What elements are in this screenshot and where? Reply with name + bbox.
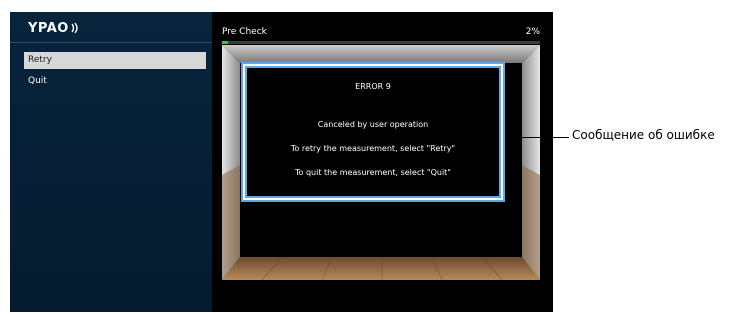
error-message: Canceled by user operation	[317, 120, 429, 129]
menu-item-label: Retry	[28, 55, 52, 65]
menu-item-retry[interactable]: Retry	[24, 52, 206, 69]
menu-list: Retry Quit	[24, 52, 206, 94]
error-message-callout: Сообщение об ошибке	[572, 128, 715, 142]
quit-hint: To quit the measurement, select "Quit"	[295, 168, 451, 177]
error-title: ERROR 9	[355, 82, 391, 91]
sound-waves-icon	[71, 23, 78, 33]
header-divider	[10, 42, 212, 43]
stage-label: Pre Check	[222, 27, 267, 37]
menu-item-quit[interactable]: Quit	[24, 73, 206, 90]
menu-item-label: Quit	[28, 76, 47, 86]
error-dialog: ERROR 9 Canceled by user operation To re…	[243, 64, 503, 200]
retry-hint: To retry the measurement, select "Retry"	[290, 144, 456, 153]
menu-panel: YPAO Retry Quit	[10, 12, 212, 312]
ypao-logo: YPAO	[28, 20, 82, 36]
progress-fill	[222, 41, 229, 44]
progress-bar	[222, 41, 540, 44]
callout-leader-line	[515, 137, 569, 138]
progress-percent: 2%	[525, 27, 540, 37]
logo-text: YPAO	[28, 20, 69, 36]
